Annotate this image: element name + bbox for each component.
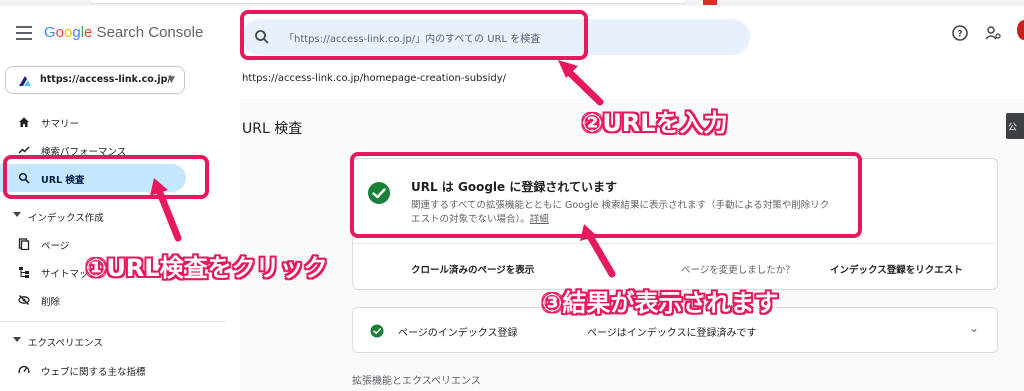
highlight-url-inspection (3, 155, 209, 199)
section-label: インデックス作成 (28, 213, 104, 224)
annotation-step1: ①URL検査をクリック (86, 254, 328, 282)
annotation-step2: ②URLを入力 (582, 109, 728, 137)
svg-text:?: ? (957, 30, 962, 40)
view-crawled-page-button[interactable]: クロール済みのページを表示 (411, 262, 534, 276)
sidebar-item-label: ページ (41, 241, 70, 252)
speed-icon (18, 365, 30, 374)
page-indexing-label: ページのインデックス登録 (398, 328, 518, 339)
sidebar-divider (0, 321, 225, 322)
browser-extension-icon[interactable] (703, 0, 717, 5)
property-label: https://access-link.co.jp/ (40, 74, 171, 85)
check-circle-icon (370, 324, 384, 338)
sidebar-section-experience[interactable]: エクスペリエンス (0, 329, 200, 355)
caret-down-icon (13, 212, 21, 217)
avatar[interactable] (1017, 20, 1024, 40)
sidebar-item-core-web-vitals[interactable]: ウェブに関する主な指標 (0, 356, 186, 384)
chevron-down-icon: ▼ (168, 75, 175, 85)
sidebar-item-label: ウェブに関する主な指標 (41, 367, 146, 378)
inspected-url: https://access-link.co.jp/homepage-creat… (242, 73, 507, 84)
section-label: エクスペリエンス (28, 338, 103, 349)
removals-icon (18, 295, 30, 305)
highlight-search-box (240, 10, 588, 60)
property-logo-icon (19, 76, 31, 86)
annotation-step3: ③結果が表示されます (542, 289, 779, 317)
caret-down-icon (13, 337, 21, 342)
highlight-result-card (350, 152, 862, 238)
card-divider (353, 243, 997, 244)
app-logo[interactable]: Google Search Console (44, 24, 203, 41)
home-icon (19, 117, 29, 127)
manage-users-icon[interactable] (984, 24, 1002, 42)
property-selector[interactable]: https://access-link.co.jp/ ▼ (5, 66, 185, 94)
menu-icon[interactable] (16, 26, 32, 40)
page-title: URL 検査 (242, 121, 303, 137)
help-icon[interactable]: ? (951, 24, 969, 42)
sidebar-item-removals[interactable]: 削除 (0, 286, 186, 314)
page-changed-question: ページを変更しましたか？ (681, 265, 795, 276)
pages-icon (18, 238, 30, 250)
chevron-down-icon[interactable]: ⌄ (969, 321, 979, 335)
request-indexing-button[interactable]: インデックス登録をリクエスト (830, 262, 963, 276)
sidebar-item-label: 削除 (41, 297, 61, 308)
sidebar-item-label: サマリー (41, 119, 80, 130)
browser-address-bar[interactable] (88, 0, 688, 4)
sidebar-item-summary[interactable]: サマリー (0, 108, 186, 136)
sitemap-icon (19, 267, 29, 278)
enhancements-section-label: 拡張機能とエクスペリエンス (352, 376, 481, 387)
page-indexing-status: ページはインデックスに登録済みです (587, 328, 757, 339)
sidebar-section-indexing[interactable]: インデックス作成 (0, 204, 200, 230)
feedback-side-tab[interactable]: 公 (1006, 113, 1024, 139)
